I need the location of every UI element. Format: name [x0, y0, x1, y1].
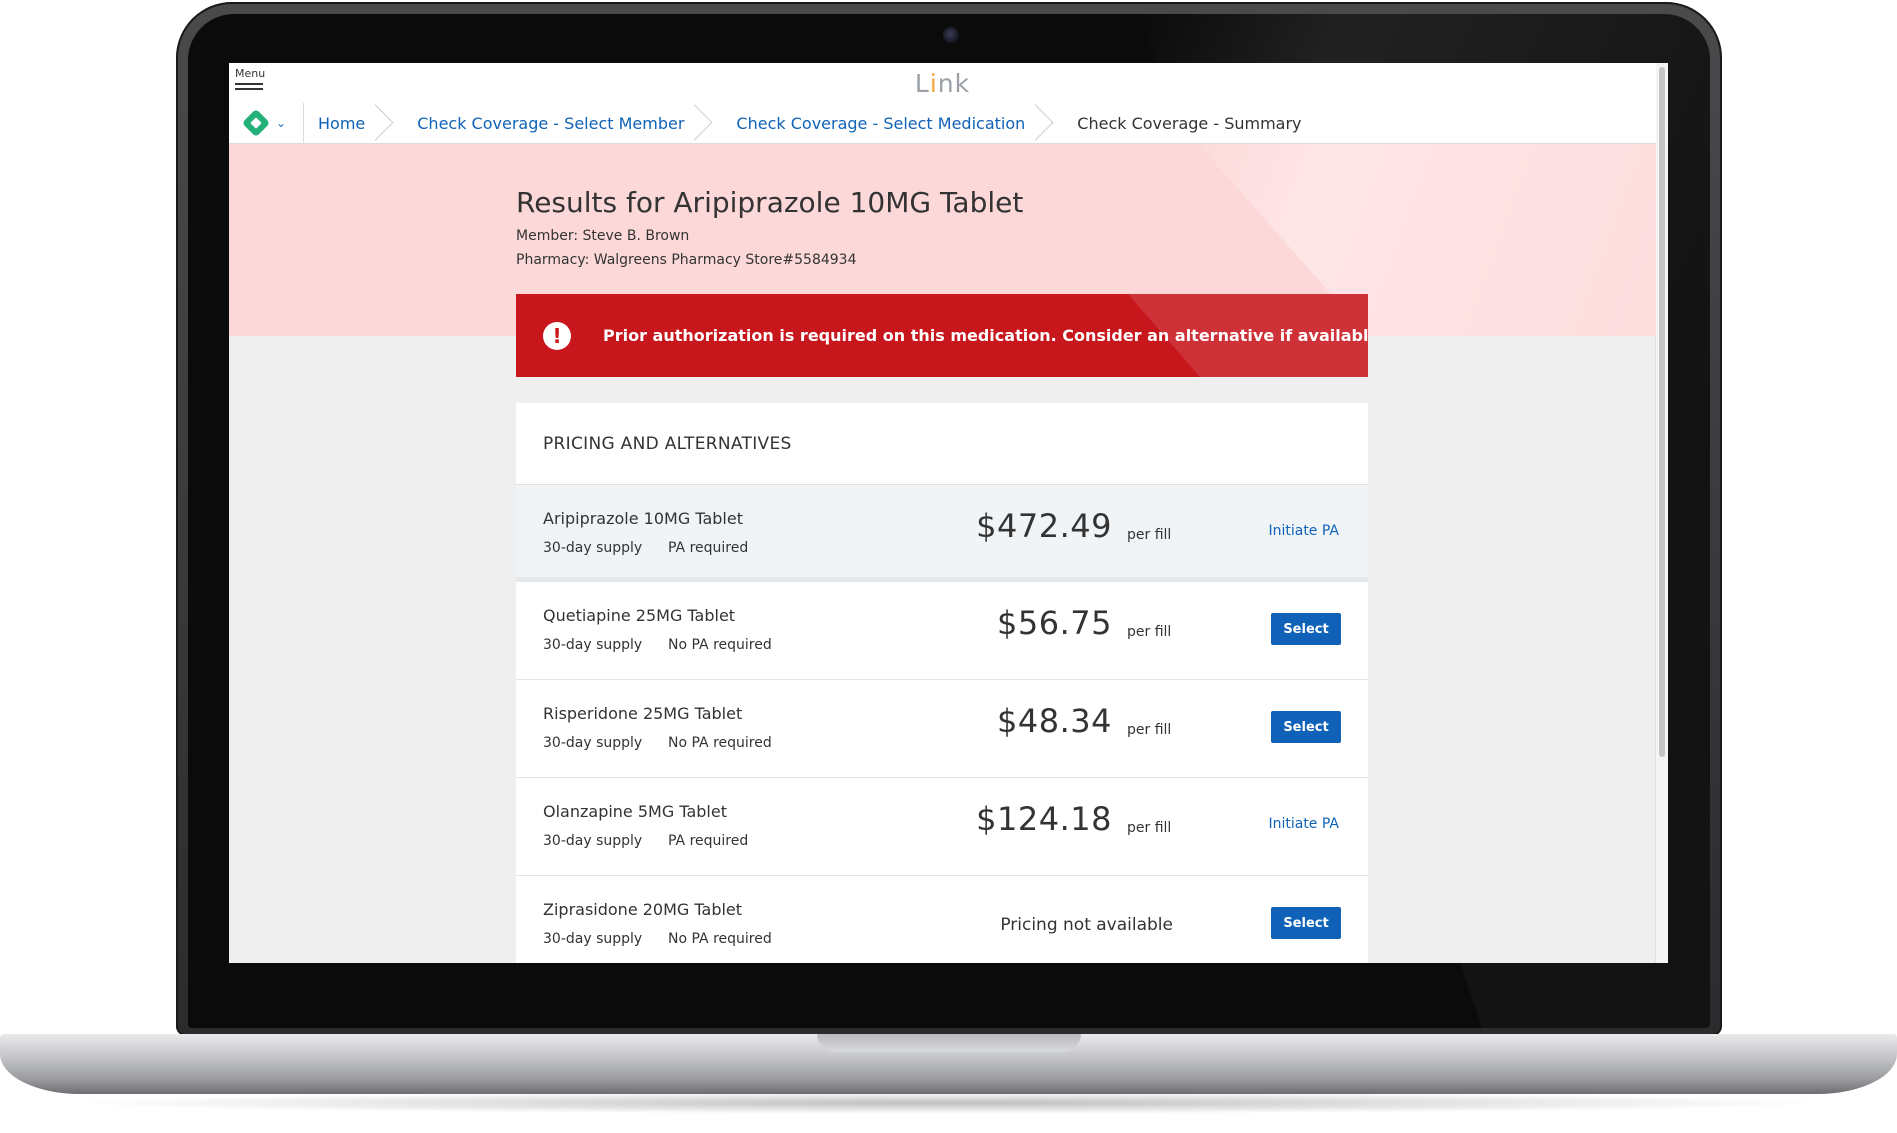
breadcrumb-home[interactable]: Home	[304, 103, 393, 143]
page-title: Results for Aripiprazole 10MG Tablet	[516, 186, 1024, 219]
per-fill-label: per fill	[1127, 820, 1172, 836]
breadcrumb-label: Home	[318, 113, 366, 133]
app-title-end: nk	[937, 69, 971, 98]
app-title-accent: i	[929, 69, 938, 98]
price: $48.34	[997, 702, 1112, 740]
product-switcher[interactable]: ⌄	[229, 103, 304, 143]
pricing-row: Ziprasidone 20MG Tablet 30-day supply No…	[516, 876, 1368, 963]
app-title: Link	[229, 69, 1656, 98]
pa-status: PA required	[668, 540, 749, 556]
pa-status: PA required	[668, 833, 749, 849]
top-bar: Menu Link	[229, 63, 1656, 104]
pricing-row: Quetiapine 25MG Tablet 30-day supply No …	[516, 582, 1368, 680]
supply-label: 30-day supply	[543, 540, 643, 556]
drug-name: Ziprasidone 20MG Tablet	[543, 900, 743, 919]
drug-name: Olanzapine 5MG Tablet	[543, 802, 727, 821]
per-fill-label: per fill	[1127, 722, 1172, 738]
logo-icon	[241, 108, 271, 138]
drug-name: Quetiapine 25MG Tablet	[543, 606, 736, 625]
app-screen: Menu Link ⌄ Home Check Coverage - Select…	[229, 63, 1668, 963]
pharmacy-info: Pharmacy: Walgreens Pharmacy Store#55849…	[516, 252, 857, 268]
breadcrumb: ⌄ Home Check Coverage - Select Member Ch…	[229, 103, 1656, 144]
member-info: Member: Steve B. Brown	[516, 228, 690, 244]
price: $124.18	[976, 800, 1112, 838]
pricing-card: PRICING AND ALTERNATIVES Aripiprazole 10…	[516, 403, 1368, 963]
pricing-header: PRICING AND ALTERNATIVES	[516, 403, 1368, 485]
price: $56.75	[997, 604, 1112, 642]
pricing-row: Olanzapine 5MG Tablet 30-day supply PA r…	[516, 778, 1368, 876]
breadcrumb-summary: Check Coverage - Summary	[1053, 103, 1329, 143]
exclamation-icon: !	[543, 321, 571, 350]
scrollbar-thumb[interactable]	[1659, 67, 1665, 757]
price: $472.49	[976, 507, 1112, 545]
supply-label: 30-day supply	[543, 931, 643, 947]
initiate-pa-link[interactable]: Initiate PA	[1268, 523, 1339, 539]
supply-label: 30-day supply	[543, 637, 643, 653]
pa-status: No PA required	[668, 637, 772, 653]
pa-status: No PA required	[668, 931, 772, 947]
breadcrumb-select-member[interactable]: Check Coverage - Select Member	[393, 103, 712, 143]
webcam-icon	[943, 27, 959, 43]
supply-label: 30-day supply	[543, 735, 643, 751]
laptop-opening-notch	[817, 1034, 1081, 1052]
pa-status: No PA required	[668, 735, 772, 751]
select-button[interactable]: Select	[1271, 613, 1341, 645]
supply-label: 30-day supply	[543, 833, 643, 849]
pricing-unavailable: Pricing not available	[1000, 915, 1173, 935]
pa-alert: ! Prior authorization is required on thi…	[516, 294, 1368, 377]
per-fill-label: per fill	[1127, 527, 1172, 543]
breadcrumb-label: Check Coverage - Select Member	[417, 113, 685, 133]
pricing-row: Risperidone 25MG Tablet 30-day supply No…	[516, 680, 1368, 778]
breadcrumb-select-medication[interactable]: Check Coverage - Select Medication	[712, 103, 1053, 143]
chevron-down-icon: ⌄	[275, 116, 287, 130]
drug-name: Aripiprazole 10MG Tablet	[543, 509, 743, 528]
select-button[interactable]: Select	[1271, 711, 1341, 743]
breadcrumb-label: Check Coverage - Summary	[1077, 113, 1302, 133]
pricing-row: Aripiprazole 10MG Tablet 30-day supply P…	[516, 485, 1368, 582]
scrollbar[interactable]	[1655, 63, 1668, 963]
breadcrumb-label: Check Coverage - Select Medication	[736, 113, 1026, 133]
laptop-shadow	[60, 1092, 1837, 1114]
alert-decoration	[1128, 294, 1368, 377]
app-title-start: L	[914, 69, 930, 98]
select-button[interactable]: Select	[1271, 907, 1341, 939]
drug-name: Risperidone 25MG Tablet	[543, 704, 743, 723]
per-fill-label: per fill	[1127, 624, 1172, 640]
initiate-pa-link[interactable]: Initiate PA	[1268, 816, 1339, 832]
